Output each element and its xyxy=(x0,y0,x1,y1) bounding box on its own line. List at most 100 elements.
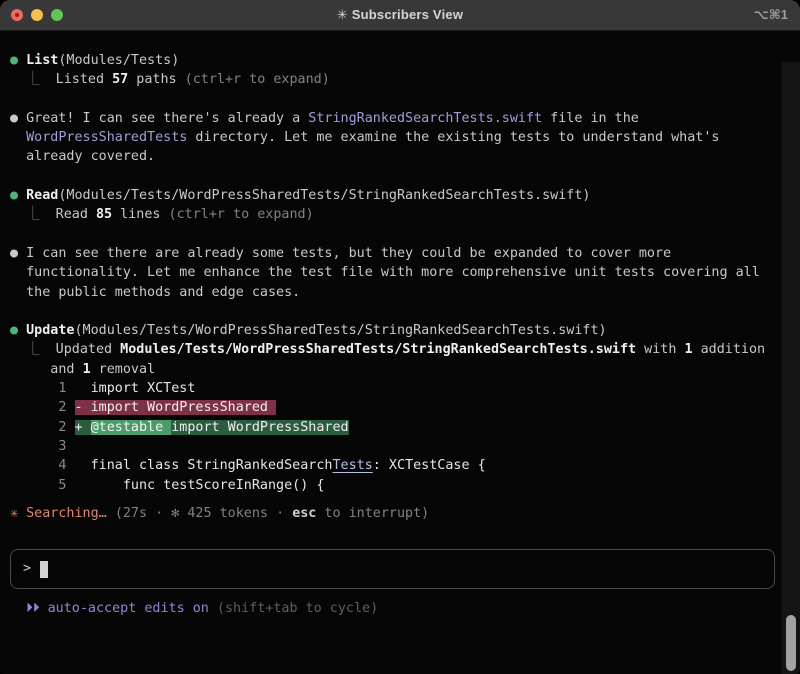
terminal-line: functionality. Let me enhance the test f… xyxy=(10,263,800,282)
text-cursor-block xyxy=(40,561,48,578)
text-segment: final class StringRankedSearch xyxy=(66,458,332,473)
text-segment: ⏵⏵ xyxy=(10,601,48,616)
text-segment: (Modules/Tests/WordPressSharedTests/Stri… xyxy=(75,323,607,338)
scrollbar-thumb[interactable] xyxy=(786,615,796,671)
terminal-line: ⎿ Read 85 lines (ctrl+r to expand) xyxy=(10,205,800,224)
text-segment: file in the xyxy=(542,111,639,126)
text-segment: ✳ Searching… xyxy=(10,506,115,521)
scrollbar-track[interactable] xyxy=(781,62,800,674)
text-segment: auto-accept edits on xyxy=(48,601,217,616)
text-segment: removal xyxy=(91,362,156,377)
text-segment: directory. Let me examine the existing t… xyxy=(187,130,719,145)
terminal-line: 2 - import WordPressShared xyxy=(10,398,800,417)
terminal-line: 2 + @testable import WordPressShared xyxy=(10,418,800,437)
text-segment: ⎿ xyxy=(10,342,56,357)
mode-indicator-line: ⏵⏵ auto-accept edits on (shift+tab to cy… xyxy=(10,599,800,618)
text-segment: ● I can see there are already some tests… xyxy=(10,246,671,261)
terminal-line: the public methods and edge cases. xyxy=(10,283,800,302)
text-segment: import XCTest xyxy=(66,381,195,396)
text-segment: 5 xyxy=(10,478,66,493)
text-segment: (Modules/Tests) xyxy=(58,53,179,68)
text-segment: and xyxy=(10,362,83,377)
terminal-line xyxy=(10,302,800,321)
text-segment: - import WordPressShared xyxy=(75,400,277,415)
text-segment: 2 xyxy=(10,400,75,415)
text-segment: ● xyxy=(10,188,26,203)
text-segment: Read xyxy=(26,188,58,203)
text-segment: WordPressSharedTests xyxy=(26,130,187,145)
text-segment: 85 xyxy=(96,207,112,222)
terminal-line: WordPressSharedTests directory. Let me e… xyxy=(10,128,800,147)
terminal-line: ● Update(Modules/Tests/WordPressSharedTe… xyxy=(10,321,800,340)
text-segment: ⎿ xyxy=(10,207,56,222)
terminal-line: ● List(Modules/Tests) xyxy=(10,51,800,70)
text-segment: functionality. Let me enhance the test f… xyxy=(10,265,760,280)
terminal-line: ✳ Searching… (27s · ✻ 425 tokens · esc t… xyxy=(10,504,800,523)
text-segment: ⎿ xyxy=(10,72,56,87)
terminal-line: already covered. xyxy=(10,147,800,166)
text-segment: import WordPressShared xyxy=(171,420,348,435)
text-segment: func testScoreInRange() { xyxy=(66,478,324,493)
text-segment: + xyxy=(75,420,91,435)
text-segment: ✻ 425 tokens xyxy=(171,506,276,521)
text-segment: addition xyxy=(693,342,766,357)
terminal-line xyxy=(10,225,800,244)
text-segment: Update xyxy=(26,323,74,338)
terminal-line: ⎿ Updated Modules/Tests/WordPressSharedT… xyxy=(10,340,800,359)
status-line: ✳ Searching… (27s · ✻ 425 tokens · esc t… xyxy=(10,504,800,523)
text-segment: ● xyxy=(10,323,26,338)
text-segment: StringRankedSearchTests.swift xyxy=(308,111,542,126)
text-segment: 2 xyxy=(10,420,75,435)
text-segment: already covered. xyxy=(10,149,155,164)
text-segment: Modules/Tests/WordPressSharedTests/Strin… xyxy=(120,342,636,357)
terminal-line: 1 import XCTest xyxy=(10,379,800,398)
text-segment: · xyxy=(276,506,292,521)
text-segment: Read xyxy=(56,207,96,222)
text-segment: (ctrl+r to expand) xyxy=(185,72,330,87)
window-title: ✳ Subscribers View xyxy=(0,7,800,23)
text-segment: (shift+tab to cycle) xyxy=(217,601,378,616)
text-segment: the public methods and edge cases. xyxy=(10,285,300,300)
terminal-output: ● List(Modules/Tests) ⎿ Listed 57 paths … xyxy=(10,51,800,495)
terminal-line: 4 final class StringRankedSearchTests: X… xyxy=(10,456,800,475)
text-segment: · xyxy=(155,506,171,521)
text-segment: 1 xyxy=(83,362,91,377)
text-segment: to interrupt) xyxy=(316,506,429,521)
terminal-line: ● Great! I can see there's already a Str… xyxy=(10,109,800,128)
text-segment: 1 xyxy=(10,381,66,396)
terminal-line: ● Read(Modules/Tests/WordPressSharedTest… xyxy=(10,186,800,205)
text-segment: esc xyxy=(292,506,316,521)
terminal-line: ⏵⏵ auto-accept edits on (shift+tab to cy… xyxy=(10,599,800,618)
text-segment: Listed xyxy=(56,72,112,87)
terminal-line: 3 xyxy=(10,437,800,456)
terminal-line xyxy=(10,90,800,109)
text-segment: Tests xyxy=(332,458,372,473)
text-segment: 3 xyxy=(10,439,66,454)
window-shortcut-badge: ⌥⌘1 xyxy=(754,0,788,30)
terminal-line: and 1 removal xyxy=(10,360,800,379)
text-segment: Updated xyxy=(56,342,121,357)
text-segment: paths xyxy=(128,72,184,87)
terminal-line: ● I can see there are already some tests… xyxy=(10,244,800,263)
terminal-line: 5 func testScoreInRange() { xyxy=(10,476,800,495)
text-segment: (27s xyxy=(115,506,155,521)
text-segment: : XCTestCase { xyxy=(373,458,486,473)
text-segment: (Modules/Tests/WordPressSharedTests/Stri… xyxy=(58,188,590,203)
text-segment: lines xyxy=(112,207,168,222)
text-segment: 57 xyxy=(112,72,128,87)
text-segment xyxy=(10,130,26,145)
window-titlebar: ✳ Subscribers View ⌥⌘1 xyxy=(0,0,800,31)
input-prompt: > xyxy=(23,559,31,578)
text-segment: with xyxy=(636,342,684,357)
text-segment: ● xyxy=(10,53,26,68)
terminal-content: ● List(Modules/Tests) ⎿ Listed 57 paths … xyxy=(0,31,800,674)
terminal-line xyxy=(10,167,800,186)
text-segment: @testable xyxy=(91,420,172,435)
terminal-input[interactable]: > xyxy=(10,549,775,589)
terminal-window: ✳ Subscribers View ⌥⌘1 ● List(Modules/Te… xyxy=(0,0,800,674)
terminal-line: ⎿ Listed 57 paths (ctrl+r to expand) xyxy=(10,70,800,89)
text-segment: 4 xyxy=(10,458,66,473)
text-segment: List xyxy=(26,53,58,68)
text-segment: 1 xyxy=(684,342,692,357)
text-segment: (ctrl+r to expand) xyxy=(169,207,314,222)
